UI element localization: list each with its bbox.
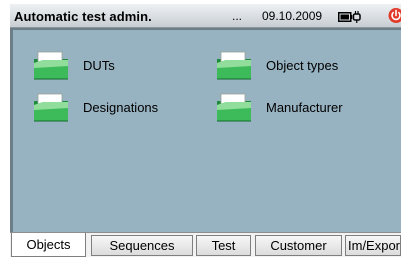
tab-customer[interactable]: Customer: [255, 235, 342, 256]
folder-icon: [217, 51, 251, 80]
date-display: 09.10.2009: [262, 9, 323, 23]
item-label: Manufacturer: [266, 99, 343, 115]
item-duts[interactable]: DUTs: [33, 48, 115, 82]
item-label: Designations: [83, 99, 159, 115]
tab-objects[interactable]: Objects: [11, 233, 86, 257]
item-designations[interactable]: Designations: [33, 90, 158, 124]
tab-sequences[interactable]: Sequences: [91, 235, 193, 256]
battery-plug-icon: [338, 11, 361, 23]
main-panel: DUTs Object types Designations Manufactu…: [10, 28, 401, 232]
app-title: Automatic test admin.: [14, 9, 152, 24]
ellipsis-indicator: ...: [232, 9, 243, 23]
app-screen: Automatic test admin. ... 09.10.2009 DUT…: [0, 0, 401, 257]
tab-bar: Objects Sequences Test Customer Im/Expor…: [10, 232, 401, 257]
item-manufacturer[interactable]: Manufacturer: [216, 90, 343, 124]
power-icon[interactable]: [388, 7, 401, 24]
title-bar: Automatic test admin. ... 09.10.2009: [10, 4, 401, 28]
folder-icon: [217, 93, 251, 122]
tab-test[interactable]: Test: [196, 235, 251, 256]
item-label: DUTs: [83, 57, 115, 73]
folder-icon: [34, 93, 68, 122]
item-object-types[interactable]: Object types: [216, 48, 338, 82]
tab-im-export[interactable]: Im/Export: [345, 235, 401, 256]
item-label: Object types: [266, 57, 339, 73]
folder-icon: [34, 51, 68, 80]
